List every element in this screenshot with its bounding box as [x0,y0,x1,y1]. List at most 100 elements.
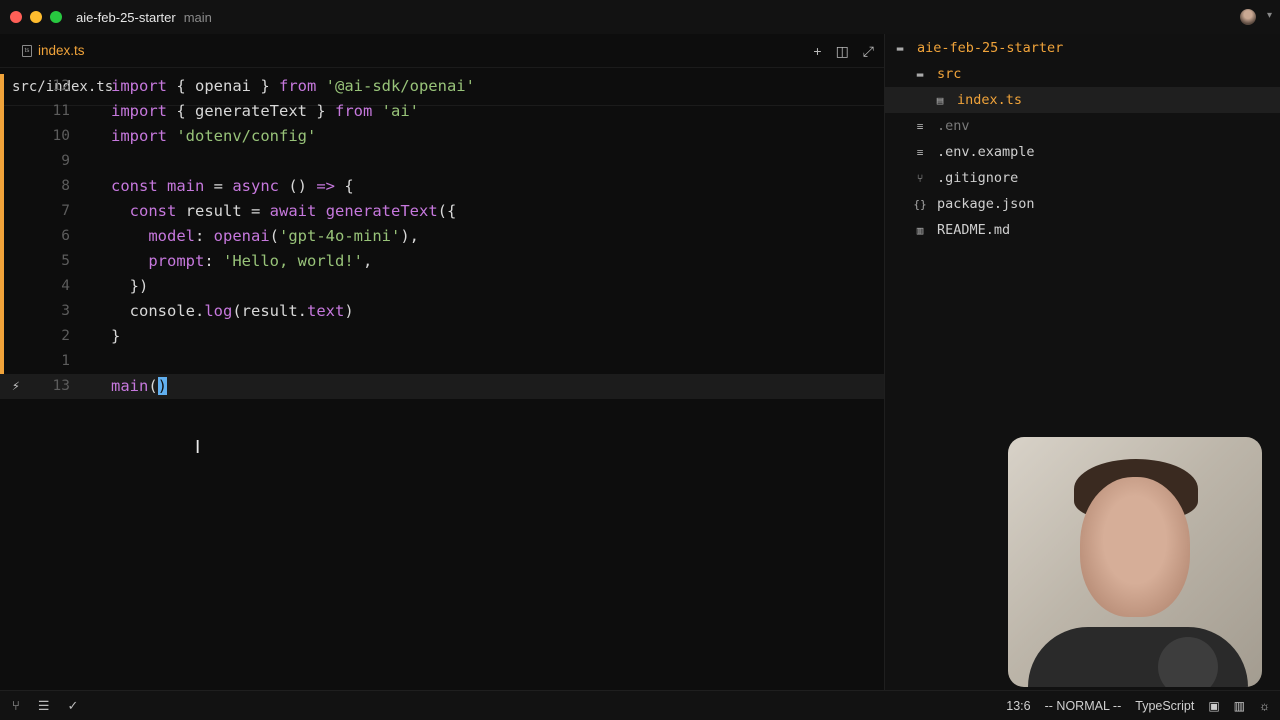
braces-icon: {} [913,197,927,211]
tree-item-label: index.ts [957,92,1023,108]
tree-item[interactable]: ≡ .env.example [885,139,1280,165]
code-token: => [316,177,336,195]
line-number: 8 [61,178,70,194]
line-number: 9 [61,153,70,169]
panel-icon[interactable]: ▥ [1234,699,1245,713]
code-token: from [278,77,317,95]
code-token: = [204,177,233,195]
line-number: 5 [61,253,70,269]
code-line[interactable]: 2} [0,324,884,349]
code-line[interactable]: 7 const result = await generateText({ [0,199,884,224]
typescript-file-icon: ts [22,44,32,57]
code-token: result = [176,202,270,220]
code-token: () [279,177,317,195]
code-token: ), [400,227,420,245]
terminal-icon[interactable]: ▣ [1208,699,1219,713]
outline-icon[interactable]: ☰ [38,698,50,714]
tree-item-label: .env.example [937,144,1035,160]
line-number: 1 [61,353,70,369]
code-action-icon[interactable]: ⚡ [12,374,20,399]
code-token: await [269,202,317,220]
tree-item-label: src [937,66,962,82]
git-change-marker [0,274,4,299]
line-text: import { openai } from '@ai-sdk/openai' [111,74,475,99]
code-token: log [204,302,233,320]
git-change-marker [0,199,4,224]
code-line[interactable]: 4 }) [0,274,884,299]
code-token: prompt [148,252,205,270]
git-change-marker [0,249,4,274]
tree-root[interactable]: ▬ aie-feb-25-starter [885,35,1280,61]
code-token: : [204,252,223,270]
line-text: }) [111,274,149,299]
tree-item[interactable]: ▬ src [885,61,1280,87]
code-line[interactable]: 8 const main = async () => { [0,174,884,199]
code-token: main [111,377,149,395]
tree-item[interactable]: ≡ .env [885,113,1280,139]
code-token: : [195,227,214,245]
line-number: 7 [61,203,70,219]
maximize-window-button[interactable] [50,11,62,23]
user-avatar[interactable] [1240,9,1256,25]
git-change-marker [0,299,4,324]
code-token: openai [213,227,270,245]
code-token: { [335,177,354,195]
code-line[interactable]: 11 import { generateText } from 'ai' [0,99,884,124]
code-line[interactable]: 3 console.log(result.text) [0,299,884,324]
line-number: 11 [52,103,70,119]
branch-name[interactable]: main [184,10,212,25]
tree-item[interactable]: ▥ README.md [885,217,1280,243]
code-token: } [111,327,121,345]
language-mode[interactable]: TypeScript [1135,699,1194,713]
chevron-down-icon[interactable]: ▾ [1267,10,1272,21]
tree-item[interactable]: {} package.json [885,191,1280,217]
code-token: 'gpt-4o-mini' [279,227,401,245]
git-change-marker [0,124,4,149]
status-left: ⑂ ☰ ✓ [12,698,78,714]
code-line[interactable]: 1 [0,349,884,374]
close-window-button[interactable] [10,11,22,23]
tree-item-label: .gitignore [937,170,1019,186]
line-number: 3 [61,303,70,319]
new-tab-icon[interactable]: + [813,43,821,59]
status-right: 13:6 -- NORMAL -- TypeScript ▣ ▥ ☼ [1006,699,1270,713]
tab-index-ts[interactable]: ts index.ts [0,34,99,68]
line-number: 12 [52,78,70,94]
expand-icon[interactable]: ⤢ [863,43,874,60]
code-line[interactable]: 10 import 'dotenv/config' [0,124,884,149]
code-token: const [111,177,158,195]
typescript-file-icon: ▤ [936,93,944,107]
window-title: aie-feb-25-starter [76,9,176,25]
code-token: 'dotenv/config' [176,127,317,145]
webcam-face [1080,477,1190,617]
code-token: ( [269,227,280,245]
code-line[interactable]: 5 prompt: 'Hello, world!', [0,249,884,274]
cursor-position[interactable]: 13:6 [1006,699,1030,713]
tree-item[interactable]: ▤ index.ts [885,87,1280,113]
window-controls [10,11,62,23]
minimize-window-button[interactable] [30,11,42,23]
line-text: import { generateText } from 'ai' [111,99,419,124]
tree-item[interactable]: ⑂ .gitignore [885,165,1280,191]
split-pane-icon[interactable]: ◫ [836,43,849,60]
code-line[interactable]: ⚡ 13 main() [0,374,884,399]
code-line[interactable]: 12 import { openai } from '@ai-sdk/openai… [0,74,884,99]
code-token: import [111,127,167,145]
check-icon[interactable]: ✓ [67,698,78,714]
code-token: import [111,102,167,120]
settings-icon[interactable]: ☼ [1259,699,1270,713]
code-line[interactable]: 6 model: openai('gpt-4o-mini'), [0,224,884,249]
git-change-marker [0,349,4,374]
code-line[interactable]: 9 [0,149,884,174]
line-text: main() [111,374,168,399]
lines-icon: ≡ [916,119,924,133]
git-change-marker [0,74,4,99]
git-branch-icon[interactable]: ⑂ [12,698,20,714]
git-change-marker [0,149,4,174]
code-area[interactable]: 12 import { openai } from '@ai-sdk/openai… [0,74,884,399]
line-text: const main = async () => { [111,174,354,199]
